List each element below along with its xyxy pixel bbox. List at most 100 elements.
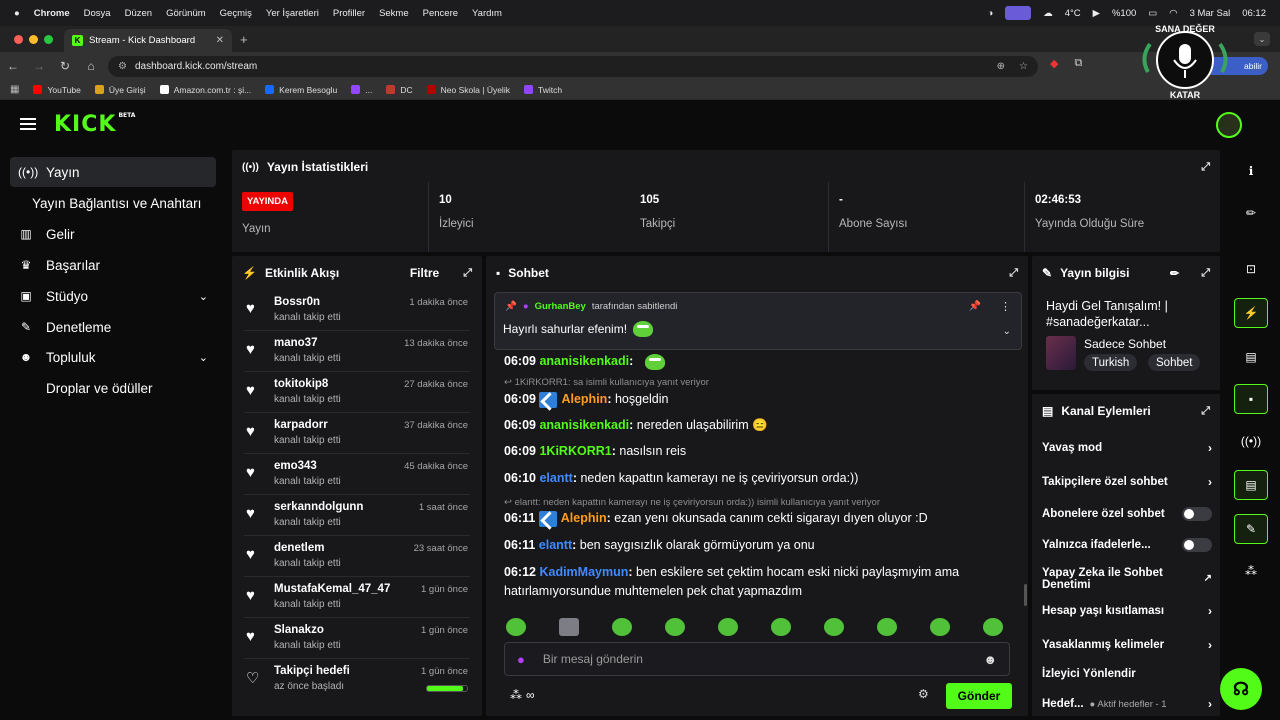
message-user[interactable]: KadimMaymun [539,565,628,579]
broadcast-icon[interactable]: ((•)) [1234,426,1268,456]
activity-item[interactable]: ♥ tokitokip8 kanalı takip etti 27 dakika ön… [244,372,470,413]
message-user[interactable]: elantt [539,471,572,485]
expand-icon[interactable]: ⤢ [1201,267,1210,280]
chat-input[interactable]: ● Bir mesaj gönderin ☻ [504,642,1010,676]
emote-icon[interactable] [983,618,1003,636]
browser-tab[interactable]: K Stream - Kick Dashboard ✕ [64,29,232,52]
bookmark-neo-skola[interactable]: Neo Skola | Üyelik [426,85,510,95]
activity-item[interactable]: ♥ karpadorr kanalı takip etti 37 dakika önc… [244,413,470,454]
sidebar-item-droplar[interactable]: Droplar ve ödüller [10,373,216,403]
close-window-icon[interactable] [14,35,23,44]
moderation-wrench-icon[interactable]: ✎ [1234,514,1268,544]
minimize-window-icon[interactable] [29,35,38,44]
message-user[interactable]: ananisikenkadi [539,354,629,368]
emotes-only-toggle[interactable] [1182,538,1212,552]
menu-sekme[interactable]: Sekme [379,8,409,19]
menu-profiller[interactable]: Profiller [333,8,365,19]
chat-bubble-icon[interactable]: ▪ [1234,384,1268,414]
emote-icon[interactable] [612,618,632,636]
bookmark-twitch[interactable]: Twitch [523,85,562,95]
filter-button[interactable]: Filtre [410,266,439,280]
menu-pencere[interactable]: Pencere [423,8,458,19]
info-icon[interactable]: ℹ [1234,156,1268,186]
bookmark-kerem[interactable]: Kerem Besoglu [265,85,337,95]
address-bar[interactable]: ⚙ dashboard.kick.com/stream ⊕ ☆ [108,56,1038,77]
community-icon[interactable]: ⁂ [510,688,522,702]
back-icon[interactable]: ← [0,59,26,73]
chevron-down-icon[interactable]: ⌄ [1003,326,1011,337]
emote-icon[interactable] [665,618,685,636]
action-followers-only[interactable]: Takipçilere özel sohbet › [1042,470,1212,494]
action-slow-mode[interactable]: Yavaş mod › [1042,436,1212,460]
screen-record-icon[interactable] [1005,6,1032,20]
play-icon[interactable]: ▶ [1093,8,1100,19]
emoji-picker-icon[interactable]: ☻ [983,652,997,667]
emote-icon[interactable] [718,618,738,636]
close-tab-icon[interactable]: ✕ [216,35,224,46]
menu-gorunum[interactable]: Görünüm [166,8,206,19]
action-account-age[interactable]: Hesap yaşı kısıtlaması › [1042,599,1212,623]
pinned-by-user[interactable]: GurhanBey [535,301,586,312]
subscribers-only-toggle[interactable] [1182,507,1212,521]
site-info-icon[interactable]: ⚙ [118,61,127,72]
activity-item[interactable]: ♥ Slanakzo kanalı takip etti 1 gün önce [244,618,470,659]
bookmark-amazon[interactable]: Amazon.com.tr : şi... [159,85,251,95]
unpin-icon[interactable]: 📌 [969,301,981,312]
bookmark-twitch-dots[interactable]: ... [351,85,372,95]
send-button[interactable]: Gönder [946,683,1012,709]
bookmark-youtube[interactable]: YouTube [33,85,81,95]
message-user[interactable]: ananisikenkadi [539,418,629,432]
channel-actions-icon[interactable]: ▤ [1234,470,1268,500]
action-ai-moderation[interactable]: Yapay Zeka ile Sohbet Denetimi ↗ [1042,564,1212,594]
infinity-icon[interactable]: ∞ [526,688,535,702]
kick-logo[interactable]: KICK BETA [54,112,135,137]
tab-search-icon[interactable]: ⌄ [1254,32,1270,46]
extension-red-icon[interactable]: ◆ [1050,57,1058,70]
menu-duzen[interactable]: Düzen [125,8,152,19]
emote-icon[interactable] [877,618,897,636]
sidebar-item-denetleme[interactable]: ✎ Denetleme [10,312,216,342]
expand-icon[interactable]: ⤢ [1201,405,1210,418]
message-user[interactable]: elantt [539,538,572,552]
emote-icon[interactable] [824,618,844,636]
action-goals[interactable]: Hedef... ● Aktif hedefler - 1 › [1042,692,1212,716]
more-options-icon[interactable]: ⋮ [1000,300,1011,313]
home-icon[interactable]: ⌂ [78,59,104,73]
tag-chip[interactable]: Sohbet [1148,354,1201,371]
menu-dosya[interactable]: Dosya [84,8,111,19]
activity-item[interactable]: ♥ denetlem kanalı takip etti 23 saat önce [244,536,470,577]
emote-icon[interactable] [930,618,950,636]
reload-icon[interactable]: ↻ [52,59,78,73]
forward-icon[interactable]: → [26,59,52,73]
wifi-icon[interactable]: ◠ [1169,8,1177,19]
menu-hamburger-icon[interactable] [20,118,36,130]
activity-item[interactable]: ♥ emo343 kanalı takip etti 45 dakika önce [244,454,470,495]
emote-icon[interactable] [506,618,526,636]
activity-item[interactable]: ♡ Takipçi hedefi az önce başladı 1 gün önce [244,659,470,700]
emote-icon[interactable] [559,618,579,636]
action-banned-words[interactable]: Yasaklanmış kelimeler › [1042,633,1212,657]
control-center-icon[interactable]: ◑ [987,8,993,19]
tag-chip[interactable]: Turkish [1084,354,1138,371]
battery-icon[interactable]: ▭ [1148,8,1157,19]
apple-icon[interactable]: ● [14,8,20,19]
chat-scrollbar[interactable] [1024,584,1027,606]
menu-app-name[interactable]: Chrome [34,8,70,19]
bookmark-dc[interactable]: DC [386,85,413,95]
expand-icon[interactable]: ⤢ [1009,267,1018,280]
activity-lightning-icon[interactable]: ⚡ [1234,298,1268,328]
menu-yer-isaretleri[interactable]: Yer İşaretleri [266,8,319,19]
user-avatar[interactable] [1216,112,1242,138]
zoom-icon[interactable]: ⊕ [997,61,1005,72]
edit-icon[interactable]: ✏ [1234,198,1268,228]
expand-icon[interactable]: ⤢ [463,267,472,280]
message-user[interactable]: Alephin [561,511,607,525]
action-host-redirect[interactable]: İzleyici Yönlendir [1042,662,1212,686]
edit-icon[interactable]: ✏ [1170,267,1179,280]
activity-item[interactable]: ♥ mano37 kanalı takip etti 13 dakika önce [244,331,470,372]
chat-settings-icon[interactable]: ⚙ [918,687,929,701]
sidebar-item-yayin[interactable]: ((•)) Yayın [10,157,216,187]
sidebar-item-basarilar[interactable]: ♛ Başarılar [10,250,216,280]
sidebar-item-studyo[interactable]: ▣ Stüdyo ⌄ [10,281,216,311]
menu-yardim[interactable]: Yardım [472,8,502,19]
